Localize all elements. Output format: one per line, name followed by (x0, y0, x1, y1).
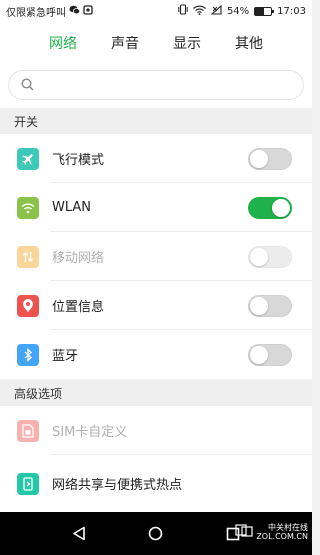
wifi-status-icon (193, 5, 206, 18)
row-label: 位置信息 (52, 300, 105, 315)
toggle-knob (250, 346, 268, 364)
zol-logo-icon (235, 522, 253, 541)
wechat-icon (69, 5, 81, 18)
clock: 17:03 (277, 5, 306, 17)
bluetooth-icon (17, 343, 39, 366)
row-location[interactable]: 位置信息 (0, 281, 312, 330)
wlan-toggle[interactable] (248, 197, 292, 219)
section-header-advanced: 高级选项 (0, 380, 312, 406)
row-sim-customize: SIM卡自定义 (0, 406, 312, 455)
notification-icon (83, 4, 93, 18)
sim-card-icon (17, 419, 39, 442)
signal-icon (210, 4, 222, 18)
airplane-icon (17, 147, 39, 170)
watermark-line-1: 中关村在线 (268, 522, 308, 532)
toggle-knob (250, 150, 268, 168)
carrier-status-text: 仅限紧急呼叫 (6, 7, 66, 19)
tab-sound[interactable]: 声音 (111, 33, 139, 53)
row-hotspot[interactable]: 网络共享与便携式热点 (0, 455, 312, 512)
row-mobile-network: 移动网络 (0, 232, 312, 281)
zol-watermark: 中关村在线 ZOL.COM.CN (235, 522, 308, 541)
airplane-mode-toggle[interactable] (248, 148, 292, 170)
status-bar: 仅限紧急呼叫 54% 17:03 (0, 0, 312, 22)
row-label: 移动网络 (52, 251, 105, 266)
bluetooth-toggle[interactable] (248, 344, 292, 366)
row-airplane-mode[interactable]: 飞行模式 (0, 134, 312, 183)
row-label: 飞行模式 (52, 153, 105, 168)
search-input[interactable] (42, 78, 282, 92)
toggle-knob (250, 297, 268, 315)
row-label: 网络共享与便携式热点 (52, 478, 183, 493)
search-icon (21, 76, 34, 95)
tab-other[interactable]: 其他 (235, 33, 263, 53)
location-pin-icon (17, 294, 39, 317)
vibrate-icon (178, 4, 188, 18)
settings-tabs: 网络 声音 显示 其他 (0, 22, 312, 64)
toggle-knob (250, 248, 268, 266)
wifi-icon (17, 196, 39, 219)
mobile-data-icon (17, 245, 39, 268)
section-header-switches: 开关 (0, 108, 312, 134)
tab-network[interactable]: 网络 (49, 33, 77, 53)
row-label: 蓝牙 (52, 349, 79, 364)
watermark-line-2: ZOL.COM.CN (256, 531, 308, 541)
search-box[interactable] (8, 70, 304, 100)
search-bar-container (0, 64, 312, 108)
battery-icon (254, 6, 275, 16)
toggle-knob (272, 199, 290, 217)
home-icon[interactable] (146, 524, 166, 544)
row-bluetooth[interactable]: 蓝牙 (0, 330, 312, 379)
row-wlan[interactable]: WLAN (0, 183, 312, 232)
location-toggle[interactable] (248, 295, 292, 317)
hotspot-icon (17, 472, 39, 495)
row-label: WLAN (52, 200, 92, 215)
row-label: SIM卡自定义 (52, 425, 128, 440)
tab-display[interactable]: 显示 (173, 33, 201, 53)
battery-percent: 54% (226, 5, 250, 17)
back-icon[interactable] (69, 524, 89, 544)
mobile-network-toggle (248, 246, 292, 268)
